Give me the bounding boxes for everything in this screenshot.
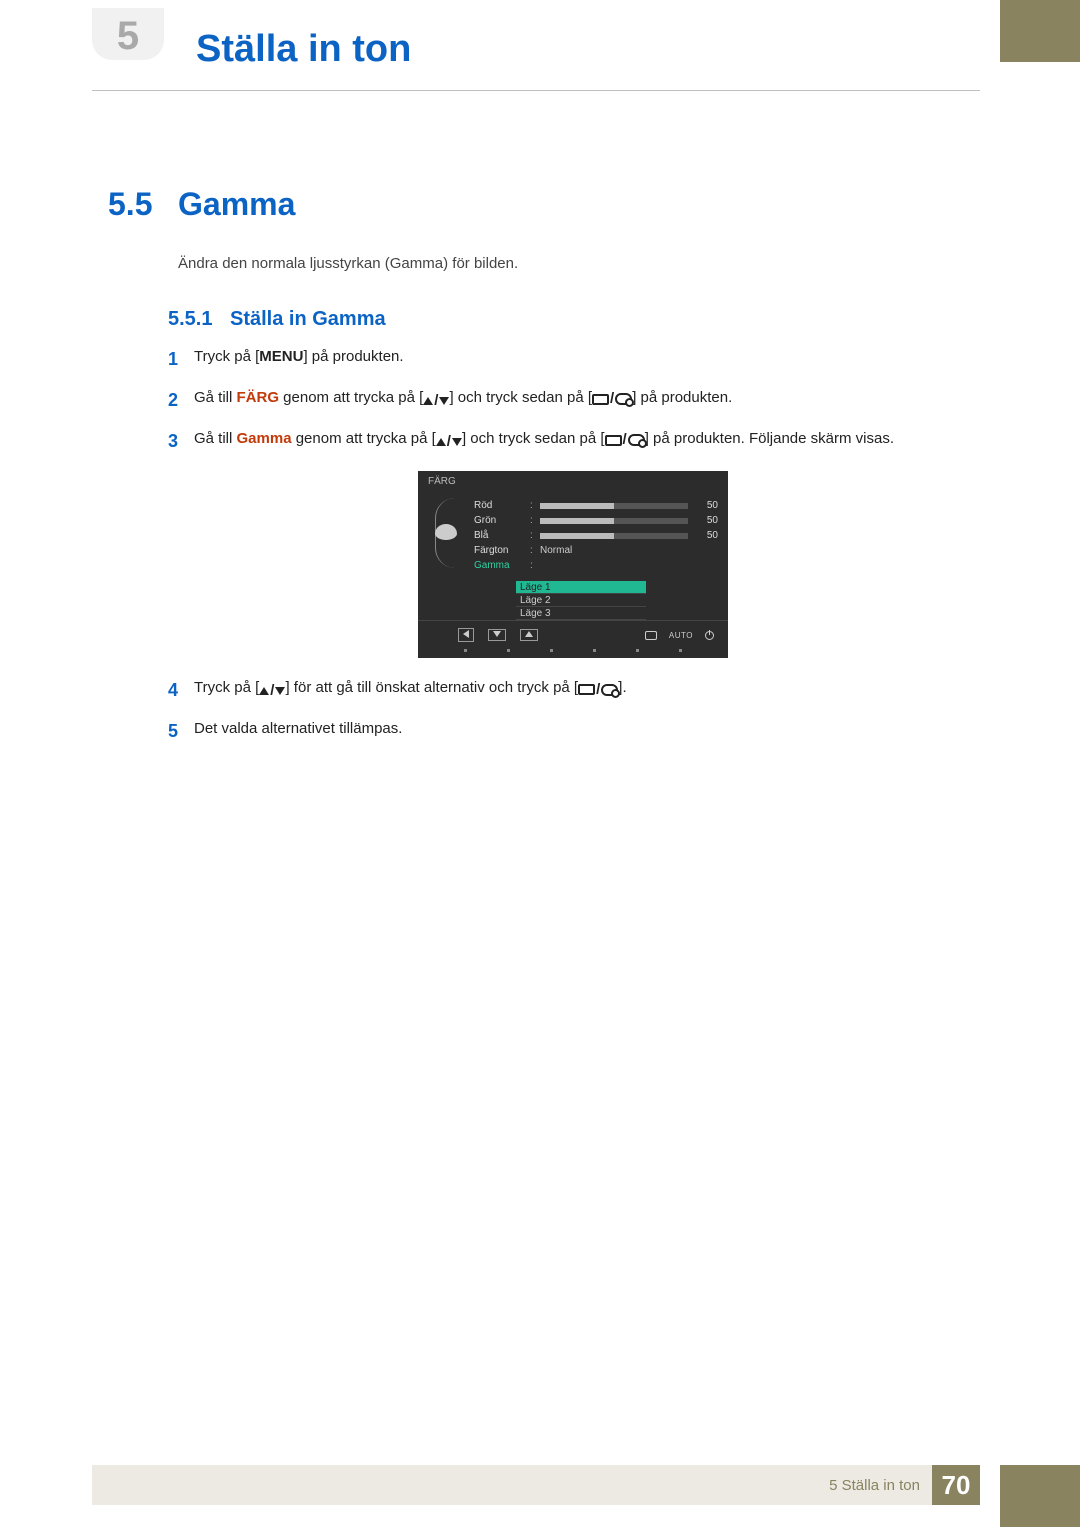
section-title: Gamma: [178, 186, 295, 222]
osd-panel: FÄRG Röd : 50 Grön :: [418, 471, 728, 658]
osd-value: 50: [694, 500, 718, 511]
step-1: 1 Tryck på [MENU] på produkten.: [168, 345, 978, 374]
up-down-icon: /: [423, 389, 449, 413]
osd-value: Normal: [540, 545, 718, 556]
subsection-number: 5.5.1: [168, 308, 230, 331]
osd-row-blue: Blå : 50: [474, 528, 718, 543]
step-number: 4: [168, 676, 194, 705]
step-4: 4 Tryck på [/] för att gå till önskat al…: [168, 676, 978, 705]
text: Gå till: [194, 430, 237, 447]
subsection-title: Ställa in Gamma: [230, 308, 386, 330]
step-5: 5 Det valda alternativet tillämpas.: [168, 717, 978, 746]
main-content: 5.5Gamma Ändra den normala ljusstyrkan (…: [108, 186, 978, 758]
osd-option: Läge 2: [516, 594, 646, 607]
footer-bar: 5 Ställa in ton 70: [92, 1465, 980, 1505]
nav-auto-label: AUTO: [669, 631, 693, 640]
nav-enter-icon: [645, 631, 657, 640]
osd-label: Blå: [474, 530, 524, 541]
osd-label: Grön: [474, 515, 524, 526]
palette-icon: [435, 524, 457, 540]
step-body: Gå till FÄRG genom att trycka på [/] och…: [194, 386, 978, 413]
osd-nav-bar: AUTO: [418, 620, 728, 649]
text: ] för att gå till önskat alternativ och …: [285, 679, 578, 696]
osd-slider: [540, 503, 688, 509]
step-2: 2 Gå till FÄRG genom att trycka på [/] o…: [168, 386, 978, 415]
steps-list: 1 Tryck på [MENU] på produkten. 2 Gå til…: [168, 345, 978, 746]
osd-label-selected: Gamma: [474, 560, 524, 571]
up-down-icon: /: [436, 430, 462, 454]
enter-source-icon: /: [592, 387, 632, 411]
section-number: 5.5: [108, 186, 178, 223]
text: ] och tryck sedan på [: [449, 389, 592, 406]
page-title: Ställa in ton: [196, 28, 411, 71]
farg-label: FÄRG: [237, 389, 280, 406]
osd-row-red: Röd : 50: [474, 498, 718, 513]
text: genom att trycka på [: [292, 430, 436, 447]
text: ] på produkten.: [303, 348, 403, 365]
osd-row-gamma: Gamma :: [474, 558, 718, 573]
osd-title: FÄRG: [418, 471, 728, 492]
nav-back-icon: [458, 628, 474, 642]
step-3: 3 Gå till Gamma genom att trycka på [/] …: [168, 427, 978, 456]
step-number: 1: [168, 345, 194, 374]
osd-slider: [540, 518, 688, 524]
gamma-label: Gamma: [237, 430, 292, 447]
nav-down-icon: [488, 629, 506, 641]
enter-source-icon: /: [605, 428, 645, 452]
chapter-badge: 5: [92, 8, 164, 60]
text: ] på produkten.: [632, 389, 732, 406]
nav-power-icon: [705, 631, 714, 640]
text: genom att trycka på [: [279, 389, 423, 406]
osd-row-green: Grön : 50: [474, 513, 718, 528]
text: Gå till: [194, 389, 237, 406]
text: Tryck på [: [194, 348, 259, 365]
nav-up-icon: [520, 629, 538, 641]
osd-label: Röd: [474, 500, 524, 511]
osd-option-selected: Läge 1: [516, 581, 646, 594]
enter-source-icon: /: [578, 678, 618, 702]
section-intro: Ändra den normala ljusstyrkan (Gamma) fö…: [178, 255, 978, 272]
osd-slider: [540, 533, 688, 539]
top-tab-decoration: [1000, 0, 1080, 62]
page-number: 70: [932, 1465, 980, 1505]
step-body: Det valda alternativet tillämpas.: [194, 717, 978, 741]
osd-option: Läge 3: [516, 607, 646, 620]
osd-row-tone: Färgton : Normal: [474, 543, 718, 558]
menu-label: MENU: [259, 348, 303, 365]
osd-button-dots: [418, 649, 728, 658]
osd-value: 50: [694, 530, 718, 541]
up-down-icon: /: [259, 679, 285, 703]
osd-value: 50: [694, 515, 718, 526]
osd-left-decoration: [428, 498, 464, 573]
osd-body: Röd : 50 Grön : 50 Blå :: [418, 492, 728, 581]
osd-gamma-options: Läge 1 Läge 2 Läge 3: [516, 581, 646, 620]
footer-chapter-ref: 5 Ställa in ton: [829, 1477, 932, 1494]
osd-rows: Röd : 50 Grön : 50 Blå :: [474, 498, 718, 573]
step-number: 5: [168, 717, 194, 746]
step-number: 2: [168, 386, 194, 415]
text: Tryck på [: [194, 679, 259, 696]
text: ] och tryck sedan på [: [462, 430, 605, 447]
text: Det valda alternativet tillämpas.: [194, 720, 402, 737]
section-heading: 5.5Gamma: [108, 186, 978, 223]
step-body: Tryck på [/] för att gå till önskat alte…: [194, 676, 978, 703]
subsection-heading: 5.5.1Ställa in Gamma: [168, 308, 978, 331]
step-number: 3: [168, 427, 194, 456]
title-divider: [92, 90, 980, 91]
text: ] på produkten. Följande skärm visas.: [645, 430, 894, 447]
osd-label: Färgton: [474, 545, 524, 556]
step-body: Tryck på [MENU] på produkten.: [194, 345, 978, 369]
step-body: Gå till Gamma genom att trycka på [/] oc…: [194, 427, 978, 454]
bottom-tab-decoration: [1000, 1465, 1080, 1527]
